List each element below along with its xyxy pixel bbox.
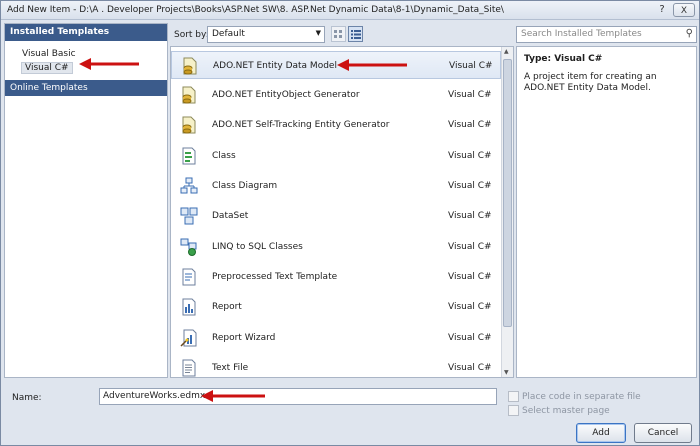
- template-name: Report: [212, 302, 242, 312]
- installed-templates-header[interactable]: Installed Templates: [5, 24, 167, 41]
- help-button[interactable]: ?: [653, 3, 671, 17]
- template-name: Text File: [212, 363, 249, 373]
- small-icons-view-icon: [334, 29, 342, 38]
- template-language: Visual C#: [448, 363, 492, 373]
- annotation-arrow-entity-model: [337, 59, 407, 71]
- template-categories-panel: Installed Templates Visual Basic Visual …: [4, 23, 168, 378]
- select-master-checkbox[interactable]: [508, 405, 519, 416]
- search-icon[interactable]: ⚲: [686, 28, 693, 39]
- template-name: Preprocessed Text Template: [212, 272, 338, 282]
- template-name: ADO.NET Entity Data Model: [213, 61, 337, 71]
- class-diagram-icon: [180, 177, 198, 194]
- category-visual-csharp[interactable]: Visual C#: [21, 62, 73, 74]
- report-icon: [182, 298, 196, 316]
- template-row-linq-to-sql[interactable]: LINQ to SQL Classes Visual C#: [171, 233, 501, 261]
- search-placeholder: Search Installed Templates: [521, 29, 642, 39]
- self-tracking-generator-icon: [182, 116, 196, 134]
- entity-generator-icon: [182, 86, 196, 104]
- template-row-self-tracking-generator[interactable]: ADO.NET Self-Tracking Entity Generator V…: [171, 111, 501, 139]
- template-language: Visual C#: [448, 272, 492, 282]
- name-field[interactable]: AdventureWorks.edmx: [99, 388, 497, 405]
- template-language: Visual C#: [448, 90, 492, 100]
- chevron-down-icon: ▼: [315, 29, 321, 37]
- scroll-up-icon[interactable]: ▲: [504, 48, 509, 55]
- add-new-item-dialog: Add New Item - D:\A . Developer Projects…: [0, 0, 700, 446]
- template-details-panel: Type: Visual C# A project item for creat…: [516, 46, 697, 378]
- template-name: Class: [212, 151, 236, 161]
- select-master-label: Select master page: [522, 406, 610, 416]
- report-wizard-icon: [180, 329, 197, 347]
- template-language: Visual C#: [448, 302, 492, 312]
- annotation-arrow-name: [201, 390, 265, 402]
- add-button[interactable]: Add: [576, 423, 626, 443]
- scrollbar-thumb[interactable]: [503, 59, 512, 327]
- template-name: Class Diagram: [212, 181, 278, 191]
- template-name: Report Wizard: [212, 333, 276, 343]
- template-row-dataset[interactable]: DataSet Visual C#: [171, 202, 501, 230]
- text-template-icon: [182, 268, 196, 286]
- window-title: Add New Item - D:\A . Developer Projects…: [7, 5, 504, 15]
- place-code-checkbox[interactable]: [508, 391, 519, 402]
- annotation-arrow-csharp: [79, 58, 139, 70]
- template-type: Type: Visual C#: [524, 54, 603, 64]
- template-name: ADO.NET Self-Tracking Entity Generator: [212, 120, 390, 130]
- search-templates-input[interactable]: Search Installed Templates ⚲: [516, 26, 697, 43]
- sort-by-dropdown[interactable]: Default ▼: [207, 26, 325, 43]
- template-row-preprocessed-text-template[interactable]: Preprocessed Text Template Visual C#: [171, 263, 501, 291]
- template-row-entity-data-model[interactable]: ADO.NET Entity Data Model Visual C#: [171, 51, 501, 79]
- title-bar: Add New Item - D:\A . Developer Projects…: [1, 1, 699, 20]
- template-language: Visual C#: [448, 333, 492, 343]
- text-file-icon: [182, 359, 196, 377]
- template-row-class[interactable]: Class Visual C#: [171, 142, 501, 170]
- template-row-class-diagram[interactable]: Class Diagram Visual C#: [171, 172, 501, 200]
- place-code-label: Place code in separate file: [522, 392, 641, 402]
- list-view-icon: [350, 29, 361, 39]
- template-language: Visual C#: [449, 61, 493, 71]
- close-button[interactable]: X: [673, 3, 695, 17]
- scroll-down-icon[interactable]: ▼: [504, 369, 509, 376]
- template-name: ADO.NET EntityObject Generator: [212, 90, 360, 100]
- template-description: A project item for creating an ADO.NET E…: [524, 72, 657, 93]
- template-language: Visual C#: [448, 211, 492, 221]
- entity-model-icon: [183, 57, 197, 75]
- list-view-button[interactable]: [348, 26, 363, 42]
- name-label: Name:: [12, 393, 42, 403]
- template-row-report-wizard[interactable]: Report Wizard Visual C#: [171, 324, 501, 352]
- template-row-report[interactable]: Report Visual C#: [171, 293, 501, 321]
- templates-scrollbar[interactable]: ▲ ▼: [501, 47, 513, 377]
- sort-by-value: Default: [212, 29, 245, 39]
- templates-list: ADO.NET Entity Data Model Visual C# ADO.…: [170, 46, 514, 378]
- sort-by-label: Sort by:: [174, 30, 209, 40]
- category-visual-basic[interactable]: Visual Basic: [22, 49, 76, 59]
- dataset-icon: [180, 207, 198, 225]
- template-row-entityobject-generator[interactable]: ADO.NET EntityObject Generator Visual C#: [171, 81, 501, 109]
- class-icon: [182, 147, 196, 165]
- template-language: Visual C#: [448, 151, 492, 161]
- template-language: Visual C#: [448, 120, 492, 130]
- template-language: Visual C#: [448, 242, 492, 252]
- template-row-text-file[interactable]: Text File Visual C#: [171, 354, 501, 377]
- template-name: DataSet: [212, 211, 249, 221]
- linq-sql-icon: [180, 238, 197, 256]
- small-icons-view-button[interactable]: [331, 26, 346, 42]
- online-templates-header[interactable]: Online Templates: [5, 80, 167, 96]
- template-name: LINQ to SQL Classes: [212, 242, 303, 252]
- cancel-button[interactable]: Cancel: [634, 423, 692, 443]
- template-language: Visual C#: [448, 181, 492, 191]
